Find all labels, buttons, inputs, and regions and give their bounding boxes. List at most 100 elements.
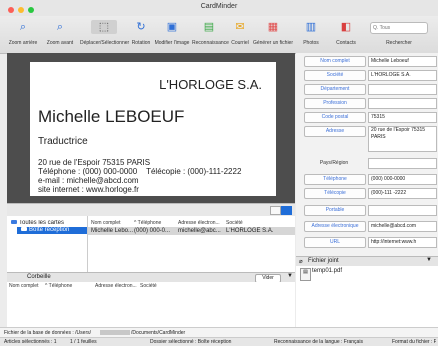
field-label-pays: Pays/Région <box>319 160 349 166</box>
card-fax: Télécopie : (000)-111-2222 <box>146 167 242 176</box>
status-format: Format du fichier : P <box>392 339 436 345</box>
card-image-view[interactable]: L'HORLOGE S.A. Michelle LEBOEUF Traductr… <box>7 53 295 203</box>
field-value-departement[interactable] <box>368 84 437 95</box>
card-list: Nom complet ^ Téléphone Adresse électron… <box>88 216 295 272</box>
recognition-button[interactable]: ▤ Reconnaissance <box>192 20 229 52</box>
status-language: Reconnaissance de la langue : Français <box>274 339 363 345</box>
trash-list: Nom complet ^ Téléphone Adresse électron… <box>7 282 295 327</box>
db-path: Fichier de la base de données : /Users/ <box>4 330 91 336</box>
card-phone: Téléphone : (000) 000-0000 <box>38 167 138 176</box>
move-select-label: Déplacer/Sélectionner <box>80 40 130 46</box>
db-path-end: /Documents/CardMinder <box>131 330 186 336</box>
view-toggle-bar <box>7 203 295 216</box>
row-phone: (000) 000-0... <box>134 228 171 234</box>
field-button-portable[interactable]: Portable <box>304 205 366 216</box>
field-value-code-postal[interactable]: 75315 <box>368 112 437 123</box>
rotate-icon: ↻ <box>136 21 146 33</box>
contacts-button[interactable]: ◧ Contacts <box>332 20 360 52</box>
chevron-down-icon[interactable]: ▼ <box>426 257 432 263</box>
folder-icon <box>11 220 17 224</box>
fields-panel: Nom complet Michelle Leboeuf Société L'H… <box>296 53 438 256</box>
move-select-button[interactable]: ⬚ Déplacer/Sélectionner <box>80 20 130 52</box>
field-button-code-postal[interactable]: Code postal <box>304 112 366 123</box>
field-value-url[interactable]: http://internet:www.h <box>368 237 437 248</box>
zoom-out-icon: ⌕ <box>19 21 27 33</box>
field-button-telephone[interactable]: Téléphone <box>304 174 366 185</box>
paperclip-icon: ⌀ <box>299 259 303 265</box>
zoom-out-button[interactable]: ⌕ Zoom arrière <box>8 20 38 52</box>
card-company: L'HORLOGE S.A. <box>159 77 262 92</box>
window-title: CardMinder <box>200 3 238 10</box>
search-area: Rechercher <box>370 20 428 52</box>
database-path-bar: Fichier de la base de données : /Users/ … <box>0 327 438 337</box>
trash-col-phone[interactable]: ^ Téléphone <box>45 283 72 289</box>
status-selected: Articles sélectionnés : 1 <box>4 339 57 345</box>
row-name: Michelle Lebo... <box>91 228 134 234</box>
col-header-company[interactable]: Société <box>226 220 243 226</box>
card-email: e-mail : michelle@abcd.com <box>38 176 139 185</box>
photos-label: Photos <box>303 40 319 46</box>
attachment-header: ⌀ Fichier joint ▼ <box>296 256 438 266</box>
tree-item-inbox-label: Boîte réception <box>29 227 70 233</box>
move-select-icon: ⬚ <box>91 20 117 34</box>
row-company: L'HORLOGE S.A. <box>226 228 274 234</box>
tree-item-inbox[interactable]: Boîte réception <box>17 227 87 234</box>
edit-image-icon: ▣ <box>166 21 178 33</box>
col-header-email[interactable]: Adresse électron... <box>178 220 220 226</box>
export-file-button[interactable]: ▦ Générer un fichier <box>252 20 294 52</box>
card-address: 20 rue de l'Espoir 75315 PARIS <box>38 158 151 167</box>
field-value-telecopie[interactable]: (000)-111 -2222 <box>368 188 437 199</box>
toolbar: ⌕ Zoom arrière ⌕ Zoom avant ⬚ Déplacer/S… <box>0 16 438 54</box>
field-value-email[interactable]: michelle@abcd.com <box>368 221 437 232</box>
field-value-telephone[interactable]: (000) 000-0000 <box>368 174 437 185</box>
field-value-societe[interactable]: L'HORLOGE S.A. <box>368 70 437 81</box>
chevron-down-icon[interactable]: ▼ <box>287 273 293 279</box>
attachment-title: Fichier joint <box>308 258 339 264</box>
field-button-email[interactable]: Adresse électronique <box>304 221 366 232</box>
field-value-pays[interactable] <box>368 158 437 169</box>
attachment-file[interactable]: temp01.pdf <box>312 268 342 274</box>
field-value-nom-complet[interactable]: Michelle Leboeuf <box>368 56 437 67</box>
table-row[interactable]: Michelle Lebo... (000) 000-0... michelle… <box>88 227 295 235</box>
trash-title: Corbeille <box>27 274 51 280</box>
status-folder: Dossier sélectionné : Boîte réception <box>150 339 232 345</box>
search-input[interactable] <box>370 22 428 34</box>
mail-button[interactable]: ✉ Courriel <box>230 20 250 52</box>
col-header-phone[interactable]: ^ Téléphone <box>134 220 161 226</box>
field-button-adresse[interactable]: Adresse <box>304 126 366 137</box>
field-button-telecopie[interactable]: Télécopie <box>304 188 366 199</box>
card-site: site internet : www.horloge.fr <box>38 185 139 194</box>
field-button-profession[interactable]: Profession <box>304 98 366 109</box>
card-name: Michelle LEBOEUF <box>38 107 185 126</box>
redacted-username <box>100 330 130 335</box>
trash-col-email[interactable]: Adresse électron... <box>95 283 137 289</box>
card-view-button[interactable] <box>281 206 292 215</box>
card-job-title: Traductrice <box>38 136 88 147</box>
trash-col-name[interactable]: Nom complet <box>9 283 38 289</box>
rotate-button[interactable]: ↻ Rotation <box>130 20 152 52</box>
zoom-in-button[interactable]: ⌕ Zoom avant <box>45 20 75 52</box>
tree-item-all-cards[interactable]: Toutes les cartes <box>11 220 64 226</box>
field-value-adresse[interactable]: 20 rue de l'Espoir 75315 PARIS <box>368 126 437 152</box>
field-button-url[interactable]: URL <box>304 237 366 248</box>
field-button-societe[interactable]: Société <box>304 70 366 81</box>
attachment-list: ▤ temp01.pdf <box>296 266 438 327</box>
field-value-profession[interactable] <box>368 98 437 109</box>
zoom-in-icon: ⌕ <box>56 21 64 33</box>
field-button-departement[interactable]: Département <box>304 84 366 95</box>
card-phone-fax: Téléphone : (000) 000-0000 Télécopie : (… <box>38 167 241 176</box>
edit-image-button[interactable]: ▣ Modifier l'image <box>154 20 190 52</box>
field-button-nom-complet[interactable]: Nom complet <box>304 56 366 67</box>
edit-image-label: Modifier l'image <box>154 40 190 46</box>
business-card-image: L'HORLOGE S.A. Michelle LEBOEUF Traductr… <box>30 62 276 196</box>
photos-button[interactable]: ▥ Photos <box>300 20 322 52</box>
status-sheets: 1 / 1 feuilles <box>70 339 97 345</box>
col-header-name[interactable]: Nom complet <box>91 220 120 226</box>
inbox-icon <box>21 227 27 231</box>
photos-icon: ▥ <box>305 21 317 33</box>
recognition-icon: ▤ <box>203 21 215 33</box>
list-view-button[interactable] <box>270 206 281 215</box>
mail-label: Courriel <box>231 40 249 46</box>
trash-col-company[interactable]: Société <box>140 283 157 289</box>
field-value-portable[interactable] <box>368 205 437 216</box>
